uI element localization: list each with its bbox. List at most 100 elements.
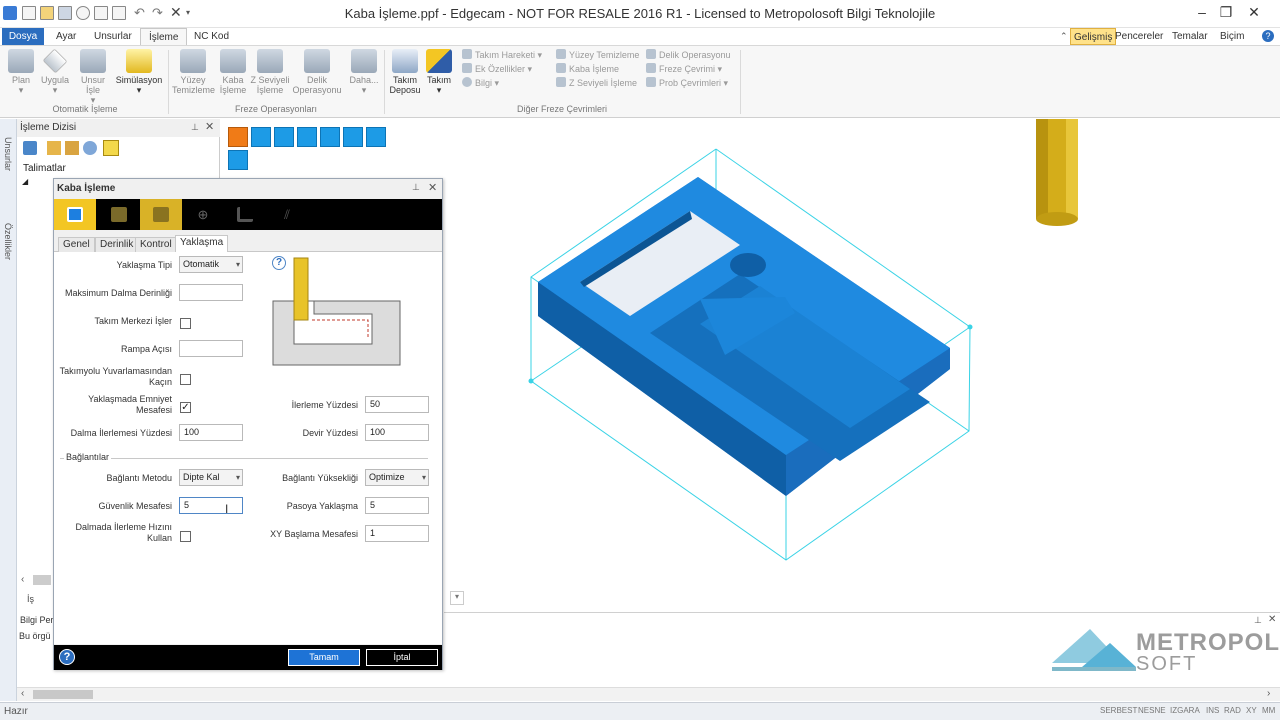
help-icon[interactable]: ? [1262, 30, 1274, 42]
rampa-input[interactable] [179, 340, 243, 357]
bottom-tab-is[interactable]: İş [27, 594, 34, 604]
daha-button[interactable]: Daha... ▾ [346, 49, 382, 95]
status-serbest[interactable]: SERBEST [1100, 706, 1137, 715]
strategy-tab-5[interactable] [224, 199, 266, 230]
dialog-help-icon[interactable]: ? [59, 649, 75, 665]
apply-icon [42, 48, 68, 74]
dialog-close-icon[interactable]: ✕ [428, 181, 437, 194]
globe-icon[interactable] [83, 141, 97, 155]
kaba-isleme-button[interactable]: Kaba İşleme [216, 49, 250, 95]
devir-yuzdesi-input[interactable]: 100 [365, 424, 429, 441]
ek-ozellikler-button[interactable]: Ek Özellikler ▾ [462, 62, 554, 76]
strategy-tab-6[interactable]: ⫽ [266, 199, 308, 230]
hole-op-icon [304, 49, 330, 73]
viewport-dropdown-icon[interactable]: ▾ [450, 591, 464, 605]
bilgi-title: Bilgi Per [20, 615, 54, 625]
guvenlik-input[interactable]: 5 [179, 497, 243, 514]
pasoya-input[interactable]: 5 [365, 497, 429, 514]
tab-genel[interactable]: Genel [58, 237, 95, 252]
kaba-isleme-label: Kaba İşleme [219, 75, 247, 95]
panel-close-icon[interactable]: ✕ [205, 120, 214, 133]
yuzey-temizleme-small[interactable]: Yüzey Temizleme [556, 48, 644, 62]
baglanti-yuksekligi-value: Optimize [369, 472, 405, 482]
refresh-icon[interactable] [23, 141, 37, 155]
status-xy[interactable]: XY [1246, 706, 1257, 715]
strategy-tab-1[interactable] [54, 199, 96, 230]
folder-icon[interactable] [47, 141, 61, 155]
prob-cevrimleri-button[interactable]: Prob Çevrimleri ▾ [646, 76, 738, 90]
scroll-left-icon[interactable]: ‹ [21, 574, 24, 585]
max-dalma-input[interactable] [179, 284, 243, 301]
unsur-isle-label: Unsur İşle [80, 75, 105, 95]
tab-bicim[interactable]: Biçim [1220, 28, 1244, 45]
list-icon[interactable] [65, 141, 79, 155]
tab-dosya[interactable]: Dosya [2, 28, 44, 45]
main-hscroll[interactable]: ‹ › [17, 687, 1280, 701]
z-seviyeli-button[interactable]: Z Seviyeli İşleme [250, 49, 290, 95]
simulasyon-button[interactable]: Simülasyon ▾ [114, 49, 164, 95]
tab-isleme[interactable]: İşleme [140, 28, 188, 45]
tab-unsurlar[interactable]: Unsurlar [86, 28, 140, 45]
output-close-icon[interactable]: ✕ [1268, 614, 1276, 625]
tree-expand-icon[interactable]: ◢ [22, 177, 28, 186]
panel-hscroll[interactable] [33, 575, 51, 585]
baglanti-yuksekligi-select[interactable]: Optimize ▾ [365, 469, 429, 486]
tab-temalar[interactable]: Temalar [1172, 28, 1208, 45]
emniyet-checkbox[interactable]: ✓ [180, 402, 191, 413]
takim-button[interactable]: Takım ▾ [424, 49, 454, 95]
takim-merkezi-checkbox[interactable] [180, 318, 191, 329]
strategy-tab-4[interactable]: ⊕ [182, 199, 224, 230]
pin-icon[interactable]: ⊥ [191, 122, 199, 133]
baglanti-metodu-value: Dipte Kal [183, 472, 220, 482]
strategy-tab-3[interactable] [140, 199, 182, 230]
status-ins[interactable]: INS [1206, 706, 1219, 715]
takim-hareketi-button[interactable]: Takım Hareketi ▾ [462, 48, 554, 62]
dalma-ilerlemesi-input[interactable]: 100 [179, 424, 243, 441]
status-mm[interactable]: MM [1262, 706, 1275, 715]
tamam-button[interactable]: Tamam [288, 649, 360, 666]
tab-kontrol[interactable]: Kontrol [135, 237, 177, 252]
scroll-thumb[interactable] [33, 690, 93, 699]
status-nesne[interactable]: NESNE [1138, 706, 1166, 715]
scroll-right-arrow[interactable]: › [1267, 688, 1270, 699]
uygula-button[interactable]: Uygula ▾ [38, 48, 72, 95]
status-izgara[interactable]: IZGARA [1170, 706, 1200, 715]
ilerleme-yuzdesi-input[interactable]: 50 [365, 396, 429, 413]
bilgi-button[interactable]: Bilgi ▾ [462, 76, 554, 90]
ozellikler-side-tab[interactable]: Özellikler [3, 223, 13, 260]
delik-operasyonu-button[interactable]: Delik Operasyonu [292, 49, 342, 95]
output-pin-icon[interactable]: ⊥ [1254, 615, 1262, 626]
unsurlar-side-tab[interactable]: Unsurlar [3, 137, 13, 171]
baglanti-metodu-select[interactable]: Dipte Kal ▾ [179, 469, 243, 486]
dialog-body: Yaklaşma Tipi Otomatik ▾ Maksimum Dalma D… [54, 252, 442, 644]
tab-nc-kod[interactable]: NC Kod [186, 28, 237, 45]
unsur-isle-button[interactable]: Unsur İşle ▾ [76, 49, 110, 105]
maximize-button[interactable]: ❐ [1212, 2, 1240, 22]
delik-operasyonu-small[interactable]: Delik Operasyonu [646, 48, 738, 62]
tab-pencereler[interactable]: Pencereler [1115, 28, 1163, 45]
tab-gelismis[interactable]: Gelişmiş [1070, 28, 1117, 45]
z-seviyeli-small[interactable]: Z Seviyeli İşleme [556, 76, 644, 90]
z-level-icon [257, 49, 283, 73]
prob-cevrimleri-label: Prob Çevrimleri [659, 78, 722, 88]
tab-derinlik[interactable]: Derinlik [95, 237, 139, 252]
close-window-button[interactable]: ✕ [1240, 2, 1268, 22]
scroll-left-arrow[interactable]: ‹ [21, 688, 24, 699]
dalmada-checkbox[interactable] [180, 531, 191, 542]
xy-input[interactable]: 1 [365, 525, 429, 542]
status-rad[interactable]: RAD [1224, 706, 1241, 715]
iptal-button[interactable]: İptal [366, 649, 438, 666]
dialog-pin-icon[interactable]: ⊥ [412, 182, 420, 193]
yuzey-temizleme-button[interactable]: Yüzey Temizleme [172, 49, 215, 95]
takim-deposu-button[interactable]: Takım Deposu [386, 49, 424, 95]
takimyolu-checkbox[interactable] [180, 374, 191, 385]
collapse-ribbon-icon[interactable]: ⌃ [1060, 31, 1068, 42]
tab-ayar[interactable]: Ayar [48, 28, 84, 45]
strategy-tab-2[interactable] [98, 199, 140, 230]
tab-yaklasma[interactable]: Yaklaşma [175, 235, 229, 253]
freze-cevrimi-button[interactable]: Freze Çevrimi ▾ [646, 62, 738, 76]
yaklasma-tipi-select[interactable]: Otomatik ▾ [179, 256, 243, 273]
plan-button[interactable]: Plan ▾ [6, 49, 36, 95]
kaba-isleme-small[interactable]: Kaba İşleme [556, 62, 644, 76]
highlight-icon[interactable] [103, 140, 119, 156]
